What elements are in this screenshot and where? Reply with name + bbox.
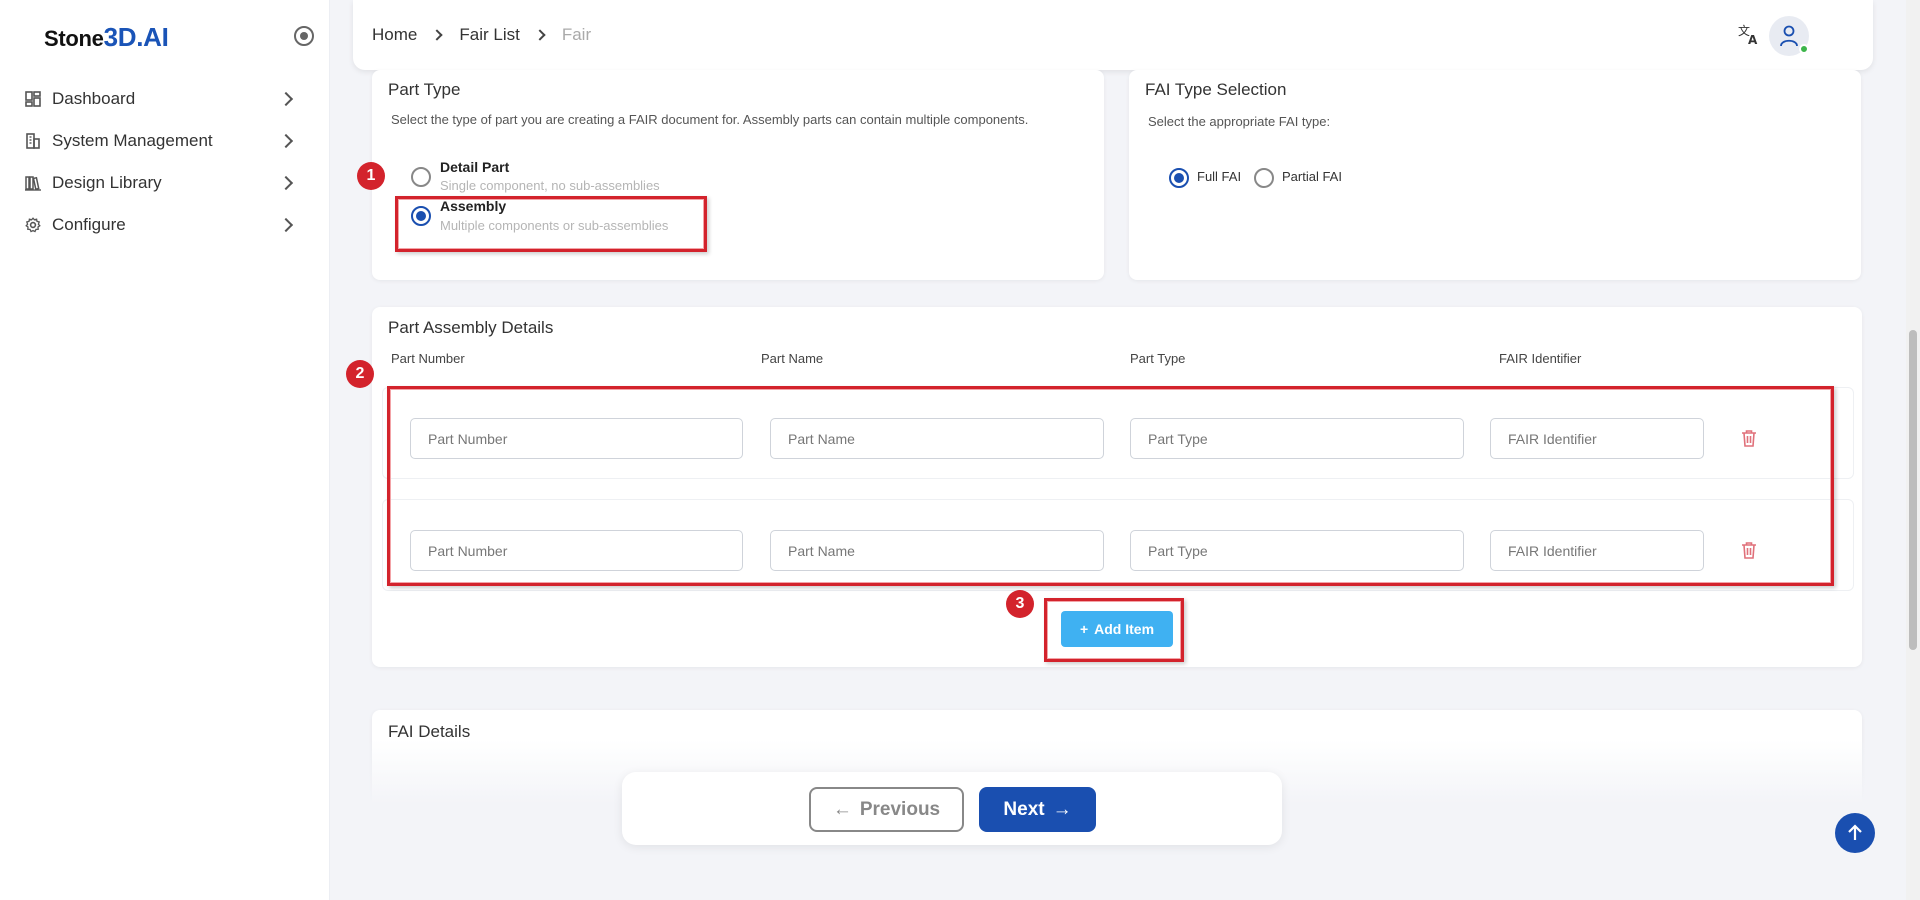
library-icon [24, 174, 42, 192]
gear-icon [24, 216, 42, 234]
breadcrumb: Home Fair List Fair [372, 25, 591, 45]
breadcrumb-home[interactable]: Home [372, 25, 417, 45]
sidebar-item-configure[interactable]: Configure [24, 204, 299, 246]
arrow-left-icon: ← [832, 798, 852, 820]
building-icon [24, 132, 42, 150]
radio-full-fai[interactable] [1169, 168, 1189, 188]
highlight-assembly-rows [387, 386, 1834, 586]
assembly-title: Part Assembly Details [388, 318, 554, 337]
fai-type-card: FAI Type Selection Select the appropriat… [1129, 70, 1861, 280]
chevron-right-icon [278, 217, 294, 233]
sidebar: Stone3D.AI Dashboard System Management D… [0, 0, 330, 900]
fai-type-description: Select the appropriate FAI type: [1148, 114, 1331, 129]
arrow-right-icon: → [1052, 798, 1072, 820]
column-header-part-name: Part Name [761, 351, 824, 366]
user-icon [1780, 25, 1798, 47]
chevron-right-icon [278, 133, 294, 149]
scrollbar-thumb[interactable] [1909, 330, 1917, 650]
next-label: Next [1003, 798, 1045, 820]
scrollbar[interactable] [1906, 0, 1920, 900]
part-type-title: Part Type [388, 80, 461, 99]
scroll-to-top-button[interactable] [1835, 813, 1875, 853]
step-marker-1: 1 [357, 162, 385, 190]
breadcrumb-fair-list[interactable]: Fair List [459, 25, 519, 45]
logo: Stone3D.AI [44, 22, 169, 52]
step-marker-2: 2 [346, 360, 374, 388]
sidebar-item-label: Design Library [52, 173, 162, 192]
fai-type-title: FAI Type Selection [1145, 80, 1287, 99]
column-header-part-type: Part Type [1130, 351, 1186, 366]
sidebar-item-dashboard[interactable]: Dashboard [24, 78, 299, 120]
detail-part-label: Detail Part [440, 159, 510, 175]
previous-button[interactable]: ← Previous [809, 787, 964, 832]
translate-icon[interactable]: 文A [1737, 22, 1763, 48]
sidebar-item-system-management[interactable]: System Management [24, 120, 299, 162]
sidebar-item-label: Dashboard [52, 89, 136, 108]
fai-details-title: FAI Details [388, 722, 471, 741]
column-header-part-number: Part Number [391, 351, 465, 366]
sidebar-toggle-icon[interactable] [294, 26, 314, 46]
top-header: Home Fair List Fair 文A [353, 0, 1873, 70]
chevron-right-icon [534, 29, 546, 41]
full-fai-label: Full FAI [1197, 169, 1242, 184]
chevron-right-icon [278, 91, 294, 107]
sidebar-item-label: Configure [52, 215, 126, 234]
user-avatar[interactable] [1769, 16, 1809, 56]
detail-part-sublabel: Single component, no sub-assemblies [440, 178, 660, 193]
dashboard-icon [24, 90, 42, 108]
online-status-dot [1799, 44, 1809, 54]
svg-text:A: A [1748, 33, 1758, 46]
sidebar-item-design-library[interactable]: Design Library [24, 162, 299, 204]
previous-label: Previous [859, 798, 941, 820]
chevron-right-icon [278, 175, 294, 191]
partial-fai-label: Partial FAI [1282, 169, 1342, 184]
radio-detail-part[interactable] [411, 167, 431, 187]
logo-row: Stone3D.AI [44, 22, 314, 52]
wizard-footer: ← Previous Next → [622, 772, 1282, 845]
sidebar-nav: Dashboard System Management Design Libra… [24, 78, 299, 246]
chevron-right-icon [431, 29, 444, 41]
highlight-assembly-option [395, 196, 707, 252]
part-type-description: Select the type of part you are creating… [391, 112, 1029, 127]
sidebar-item-label: System Management [52, 131, 213, 150]
highlight-add-item [1044, 598, 1184, 662]
radio-partial-fai[interactable] [1254, 168, 1274, 188]
next-button[interactable]: Next → [979, 787, 1096, 832]
breadcrumb-fair: Fair [561, 25, 592, 44]
step-marker-3: 3 [1006, 590, 1034, 618]
column-header-fair-identifier: FAIR Identifier [1499, 351, 1582, 366]
arrow-up-icon [1848, 824, 1862, 840]
